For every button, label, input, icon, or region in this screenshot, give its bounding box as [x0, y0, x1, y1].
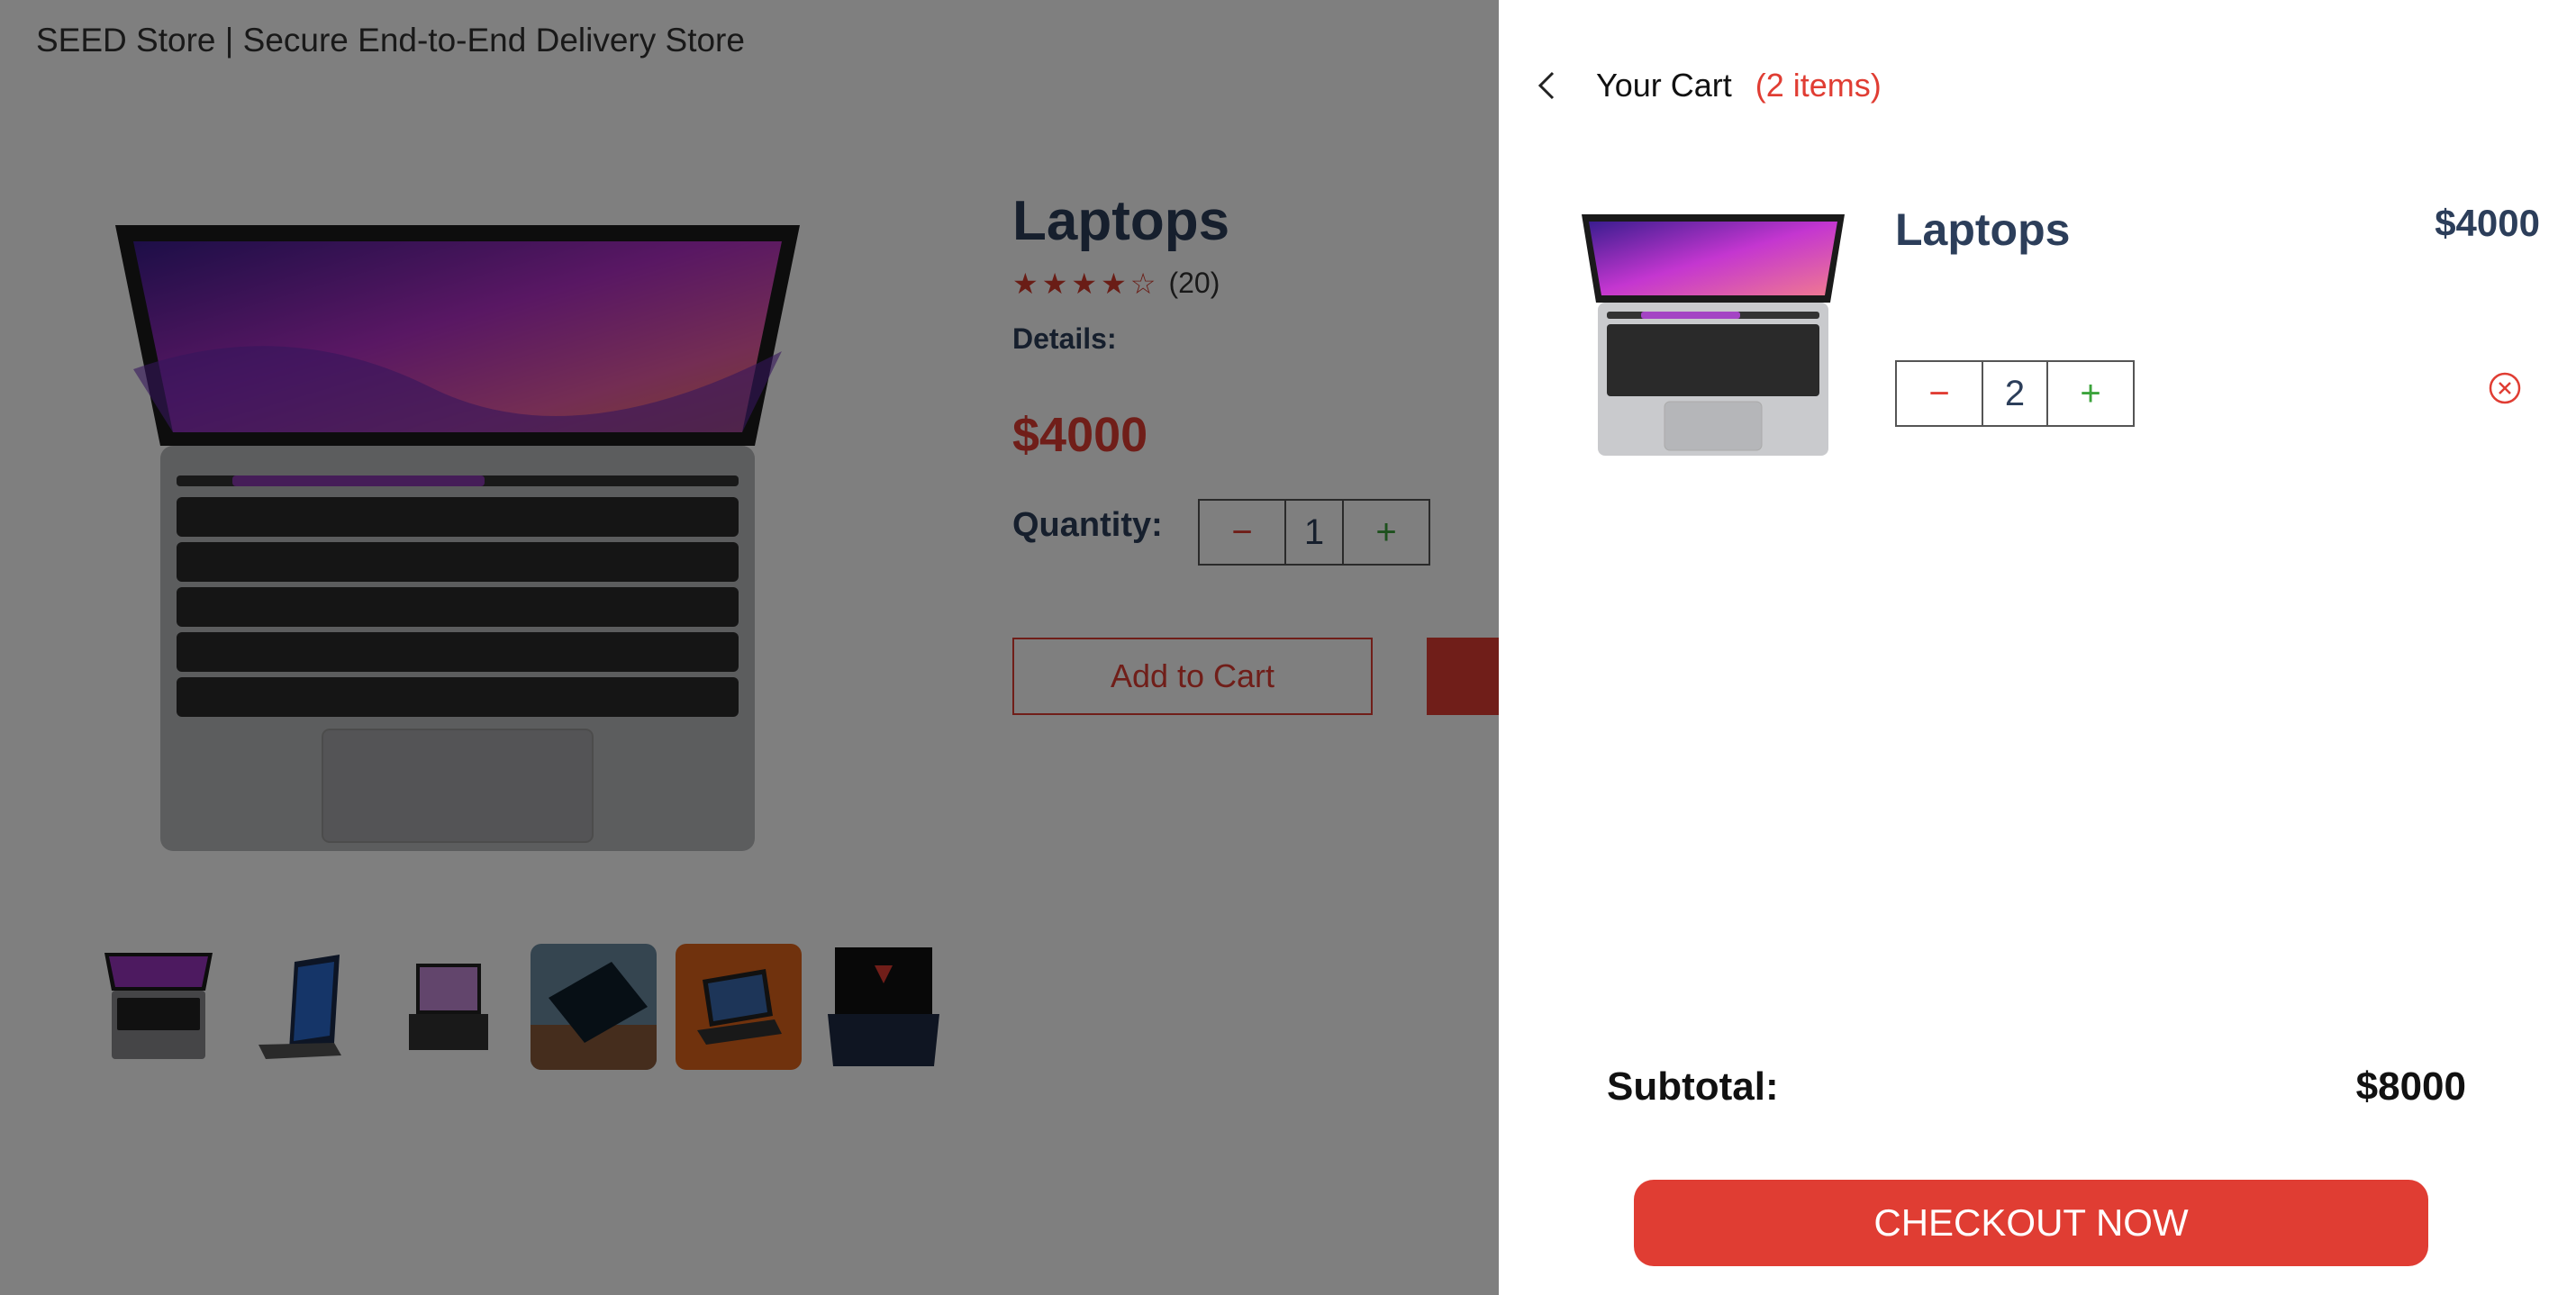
subtotal-label: Subtotal: [1607, 1064, 1779, 1109]
page: SEED Store | Secure End-to-End Delivery … [0, 0, 2576, 1295]
cart-heading: Your Cart [1596, 67, 1732, 104]
cart-drawer: Your Cart (2 items) Laptops $4000 − 2 + … [1499, 0, 2576, 1295]
cart-item-name: Laptops [1895, 204, 2071, 255]
cart-item-image [1578, 209, 1848, 461]
cart-increase-quantity-button[interactable]: + [2048, 362, 2133, 425]
remove-item-icon[interactable] [2487, 370, 2523, 406]
cart-header[interactable]: Your Cart (2 items) [1535, 63, 1882, 108]
cart-decrease-quantity-button[interactable]: − [1897, 362, 1982, 425]
checkout-button[interactable]: CHECKOUT NOW [1634, 1180, 2428, 1266]
modal-overlay[interactable] [0, 0, 1499, 1295]
cart-quantity-stepper: − 2 + [1895, 360, 2135, 427]
cart-item-price: $4000 [2435, 202, 2540, 244]
cart-item-count: (2 items) [1755, 67, 1882, 104]
chevron-left-icon[interactable] [1535, 63, 1571, 108]
subtotal-value: $8000 [2355, 1064, 2466, 1109]
cart-quantity-value: 2 [1982, 362, 2048, 425]
